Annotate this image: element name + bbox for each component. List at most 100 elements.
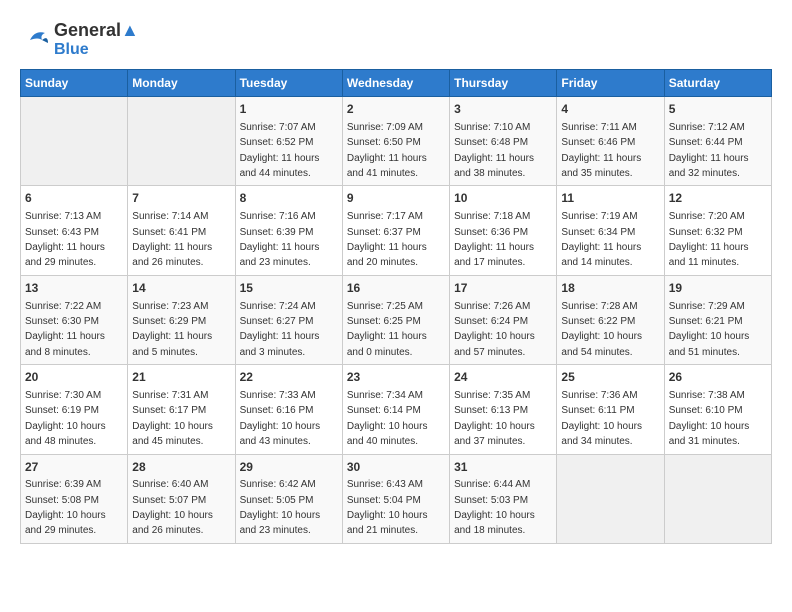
day-info: Sunrise: 7:33 AMSunset: 6:16 PMDaylight:… [240, 390, 321, 447]
calendar-week-2: 13 Sunrise: 7:22 AMSunset: 6:30 PMDaylig… [21, 275, 772, 364]
day-number: 21 [132, 369, 230, 386]
day-number: 10 [454, 190, 552, 207]
day-info: Sunrise: 6:40 AMSunset: 5:07 PMDaylight:… [132, 479, 213, 536]
day-number: 24 [454, 369, 552, 386]
calendar-week-1: 6 Sunrise: 7:13 AMSunset: 6:43 PMDayligh… [21, 186, 772, 275]
calendar-cell: 10 Sunrise: 7:18 AMSunset: 6:36 PMDaylig… [450, 186, 557, 275]
day-info: Sunrise: 7:35 AMSunset: 6:13 PMDaylight:… [454, 390, 535, 447]
day-info: Sunrise: 7:07 AMSunset: 6:52 PMDaylight:… [240, 122, 320, 179]
calendar-cell: 30 Sunrise: 6:43 AMSunset: 5:04 PMDaylig… [342, 454, 449, 543]
day-number: 15 [240, 280, 338, 297]
calendar-week-4: 27 Sunrise: 6:39 AMSunset: 5:08 PMDaylig… [21, 454, 772, 543]
calendar-cell: 22 Sunrise: 7:33 AMSunset: 6:16 PMDaylig… [235, 365, 342, 454]
logo-icon [20, 25, 50, 55]
day-number: 31 [454, 459, 552, 476]
day-number: 5 [669, 101, 767, 118]
calendar-cell: 20 Sunrise: 7:30 AMSunset: 6:19 PMDaylig… [21, 365, 128, 454]
calendar-cell: 23 Sunrise: 7:34 AMSunset: 6:14 PMDaylig… [342, 365, 449, 454]
day-number: 1 [240, 101, 338, 118]
day-info: Sunrise: 7:16 AMSunset: 6:39 PMDaylight:… [240, 211, 320, 268]
calendar-cell: 18 Sunrise: 7:28 AMSunset: 6:22 PMDaylig… [557, 275, 664, 364]
day-number: 6 [25, 190, 123, 207]
day-number: 23 [347, 369, 445, 386]
day-number: 29 [240, 459, 338, 476]
day-info: Sunrise: 6:43 AMSunset: 5:04 PMDaylight:… [347, 479, 428, 536]
calendar-cell: 3 Sunrise: 7:10 AMSunset: 6:48 PMDayligh… [450, 97, 557, 186]
day-info: Sunrise: 7:28 AMSunset: 6:22 PMDaylight:… [561, 301, 642, 358]
day-info: Sunrise: 7:14 AMSunset: 6:41 PMDaylight:… [132, 211, 212, 268]
calendar-cell: 16 Sunrise: 7:25 AMSunset: 6:25 PMDaylig… [342, 275, 449, 364]
calendar-cell: 8 Sunrise: 7:16 AMSunset: 6:39 PMDayligh… [235, 186, 342, 275]
day-number: 19 [669, 280, 767, 297]
day-header-sunday: Sunday [21, 70, 128, 97]
day-header-monday: Monday [128, 70, 235, 97]
calendar-header-row: SundayMondayTuesdayWednesdayThursdayFrid… [21, 70, 772, 97]
day-info: Sunrise: 7:17 AMSunset: 6:37 PMDaylight:… [347, 211, 427, 268]
day-number: 22 [240, 369, 338, 386]
calendar-cell: 4 Sunrise: 7:11 AMSunset: 6:46 PMDayligh… [557, 97, 664, 186]
calendar-cell: 2 Sunrise: 7:09 AMSunset: 6:50 PMDayligh… [342, 97, 449, 186]
day-info: Sunrise: 6:42 AMSunset: 5:05 PMDaylight:… [240, 479, 321, 536]
day-number: 7 [132, 190, 230, 207]
calendar-cell: 26 Sunrise: 7:38 AMSunset: 6:10 PMDaylig… [664, 365, 771, 454]
day-number: 26 [669, 369, 767, 386]
calendar-cell: 7 Sunrise: 7:14 AMSunset: 6:41 PMDayligh… [128, 186, 235, 275]
logo-text: General▲ Blue [54, 20, 139, 59]
calendar-cell: 19 Sunrise: 7:29 AMSunset: 6:21 PMDaylig… [664, 275, 771, 364]
day-number: 12 [669, 190, 767, 207]
day-number: 18 [561, 280, 659, 297]
day-header-thursday: Thursday [450, 70, 557, 97]
logo: General▲ Blue [20, 20, 139, 59]
day-header-tuesday: Tuesday [235, 70, 342, 97]
day-header-wednesday: Wednesday [342, 70, 449, 97]
calendar-cell: 27 Sunrise: 6:39 AMSunset: 5:08 PMDaylig… [21, 454, 128, 543]
calendar-cell: 6 Sunrise: 7:13 AMSunset: 6:43 PMDayligh… [21, 186, 128, 275]
calendar-body: 1 Sunrise: 7:07 AMSunset: 6:52 PMDayligh… [21, 97, 772, 544]
day-info: Sunrise: 7:22 AMSunset: 6:30 PMDaylight:… [25, 301, 105, 358]
day-info: Sunrise: 7:34 AMSunset: 6:14 PMDaylight:… [347, 390, 428, 447]
calendar-cell: 28 Sunrise: 6:40 AMSunset: 5:07 PMDaylig… [128, 454, 235, 543]
day-number: 14 [132, 280, 230, 297]
day-number: 27 [25, 459, 123, 476]
day-info: Sunrise: 7:20 AMSunset: 6:32 PMDaylight:… [669, 211, 749, 268]
day-info: Sunrise: 7:12 AMSunset: 6:44 PMDaylight:… [669, 122, 749, 179]
day-info: Sunrise: 7:10 AMSunset: 6:48 PMDaylight:… [454, 122, 534, 179]
calendar-cell [664, 454, 771, 543]
calendar-cell: 9 Sunrise: 7:17 AMSunset: 6:37 PMDayligh… [342, 186, 449, 275]
calendar-cell [21, 97, 128, 186]
calendar-cell: 12 Sunrise: 7:20 AMSunset: 6:32 PMDaylig… [664, 186, 771, 275]
day-header-friday: Friday [557, 70, 664, 97]
day-info: Sunrise: 7:24 AMSunset: 6:27 PMDaylight:… [240, 301, 320, 358]
day-info: Sunrise: 7:31 AMSunset: 6:17 PMDaylight:… [132, 390, 213, 447]
calendar-cell: 14 Sunrise: 7:23 AMSunset: 6:29 PMDaylig… [128, 275, 235, 364]
calendar-table: SundayMondayTuesdayWednesdayThursdayFrid… [20, 69, 772, 544]
day-info: Sunrise: 7:13 AMSunset: 6:43 PMDaylight:… [25, 211, 105, 268]
day-info: Sunrise: 7:11 AMSunset: 6:46 PMDaylight:… [561, 122, 641, 179]
day-info: Sunrise: 7:38 AMSunset: 6:10 PMDaylight:… [669, 390, 750, 447]
calendar-week-3: 20 Sunrise: 7:30 AMSunset: 6:19 PMDaylig… [21, 365, 772, 454]
day-number: 13 [25, 280, 123, 297]
day-number: 4 [561, 101, 659, 118]
day-info: Sunrise: 7:25 AMSunset: 6:25 PMDaylight:… [347, 301, 427, 358]
day-number: 8 [240, 190, 338, 207]
day-number: 3 [454, 101, 552, 118]
day-number: 16 [347, 280, 445, 297]
day-info: Sunrise: 7:09 AMSunset: 6:50 PMDaylight:… [347, 122, 427, 179]
calendar-cell: 21 Sunrise: 7:31 AMSunset: 6:17 PMDaylig… [128, 365, 235, 454]
day-info: Sunrise: 7:36 AMSunset: 6:11 PMDaylight:… [561, 390, 642, 447]
day-info: Sunrise: 6:39 AMSunset: 5:08 PMDaylight:… [25, 479, 106, 536]
day-info: Sunrise: 7:26 AMSunset: 6:24 PMDaylight:… [454, 301, 535, 358]
day-number: 28 [132, 459, 230, 476]
day-info: Sunrise: 7:18 AMSunset: 6:36 PMDaylight:… [454, 211, 534, 268]
calendar-cell: 1 Sunrise: 7:07 AMSunset: 6:52 PMDayligh… [235, 97, 342, 186]
day-info: Sunrise: 7:29 AMSunset: 6:21 PMDaylight:… [669, 301, 750, 358]
day-number: 25 [561, 369, 659, 386]
calendar-cell: 11 Sunrise: 7:19 AMSunset: 6:34 PMDaylig… [557, 186, 664, 275]
day-info: Sunrise: 6:44 AMSunset: 5:03 PMDaylight:… [454, 479, 535, 536]
day-number: 30 [347, 459, 445, 476]
day-info: Sunrise: 7:23 AMSunset: 6:29 PMDaylight:… [132, 301, 212, 358]
calendar-cell: 24 Sunrise: 7:35 AMSunset: 6:13 PMDaylig… [450, 365, 557, 454]
day-number: 11 [561, 190, 659, 207]
calendar-cell: 13 Sunrise: 7:22 AMSunset: 6:30 PMDaylig… [21, 275, 128, 364]
day-header-saturday: Saturday [664, 70, 771, 97]
